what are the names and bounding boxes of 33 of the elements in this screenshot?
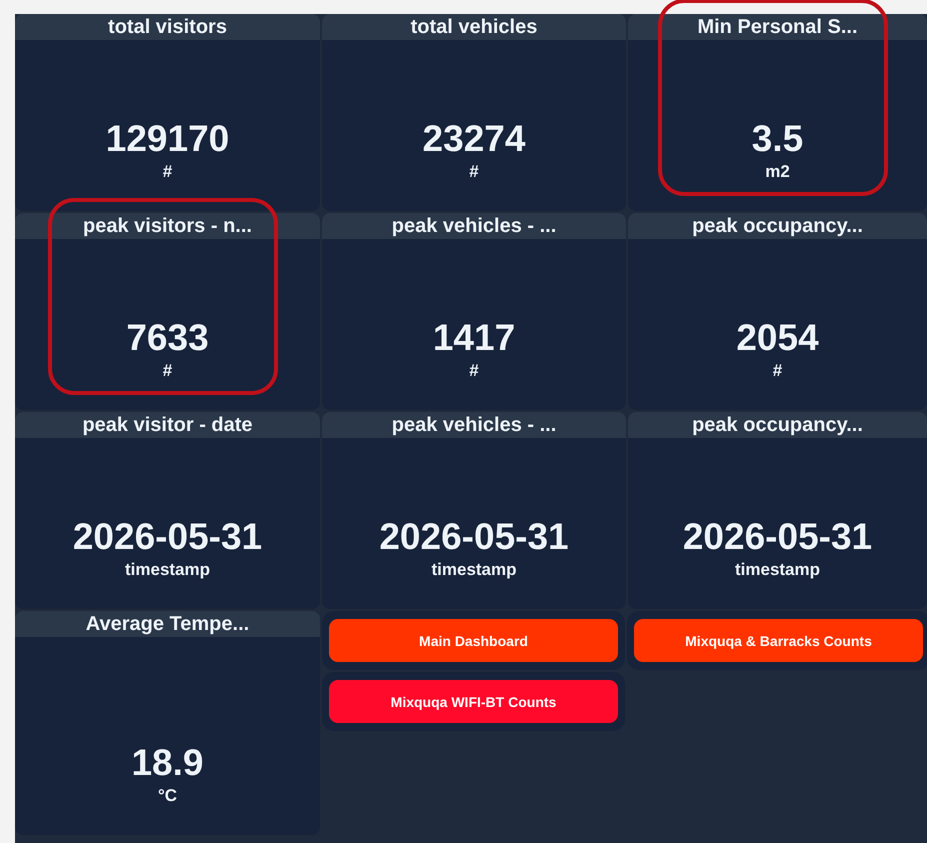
unit-label: timestamp: [431, 559, 517, 581]
card-title: peak visitor - date: [82, 414, 253, 436]
stat-value: 23274: [422, 117, 526, 161]
card-title: Min Personal S...: [697, 16, 858, 38]
unit-label: #: [469, 360, 479, 382]
stat-value: 18.9: [131, 741, 204, 785]
card-title: peak occupancy...: [692, 214, 863, 238]
unit-label: timestamp: [124, 559, 210, 581]
stat-value: 2026-05-31: [682, 515, 872, 559]
stat-value: 129170: [106, 117, 230, 161]
unit-label: #: [772, 360, 782, 382]
unit-label: °C: [158, 785, 178, 807]
card-title: peak vehicles - ...: [392, 214, 556, 238]
unit-label: m2: [765, 161, 790, 183]
card-title: total vehicles: [410, 16, 538, 38]
nav-button[interactable]: Mixquqa & Barracks Counts: [634, 619, 923, 662]
nav-button[interactable]: Main Dashboard: [329, 619, 618, 662]
stat-value: 7633: [126, 316, 209, 360]
unit-label: #: [469, 161, 479, 183]
card-title: peak visitors - n...: [83, 214, 252, 238]
card-title: total visitors: [108, 16, 227, 38]
stat-value: 2026-05-31: [379, 515, 569, 559]
nav-button[interactable]: Mixquqa WIFI-BT Counts: [329, 680, 618, 723]
stat-value: 1417: [432, 316, 516, 360]
unit-label: timestamp: [734, 559, 820, 581]
card-title: peak occupancy...: [692, 414, 863, 436]
stat-value: 2054: [736, 316, 819, 360]
stat-value: 2026-05-31: [72, 515, 262, 559]
unit-label: #: [162, 161, 172, 183]
unit-label: #: [162, 360, 172, 382]
card-title: peak vehicles - ...: [392, 414, 556, 436]
card-title: Average Tempe...: [86, 612, 250, 636]
stat-value: 3.5: [752, 117, 804, 161]
